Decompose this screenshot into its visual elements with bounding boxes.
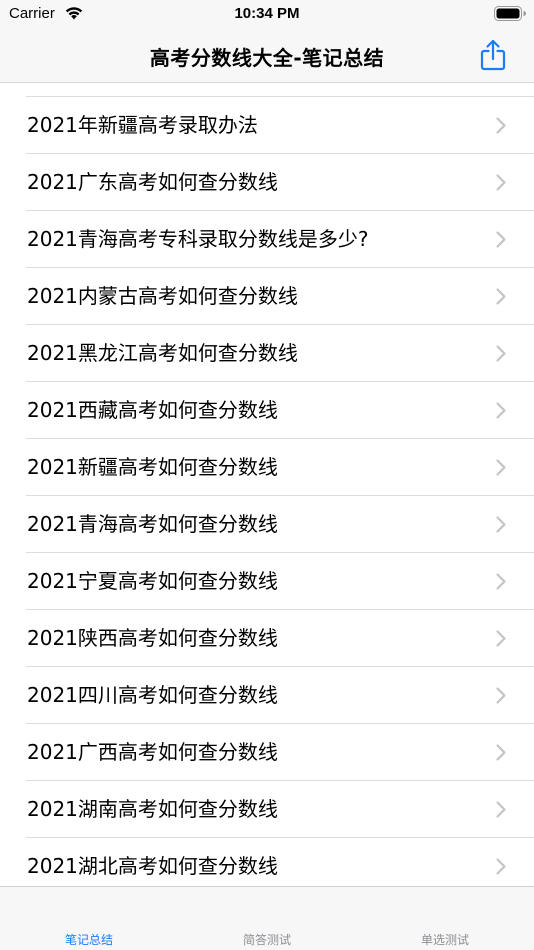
list-item-label: 2021宁夏高考如何查分数线	[27, 569, 278, 593]
list-item[interactable]: 2021青海高考如何查分数线	[0, 496, 534, 553]
list-item[interactable]: 2021四川高考如何查分数线	[0, 667, 534, 724]
chevron-right-icon	[496, 231, 506, 248]
list-item-label: 2021西藏高考如何查分数线	[27, 398, 278, 422]
list-item[interactable]: 2021黑龙江高考如何查分数线	[0, 325, 534, 382]
tab-single-choice-test[interactable]: 单选测试	[356, 931, 534, 948]
list-item[interactable]: 2021内蒙古高考如何查分数线	[0, 268, 534, 325]
list-item-label: 2021陕西高考如何查分数线	[27, 626, 278, 650]
list-item-label: 2021新疆高考如何查分数线	[27, 455, 278, 479]
chevron-right-icon	[496, 516, 506, 533]
chevron-right-icon	[496, 858, 506, 875]
page-title: 高考分数线大全-笔记总结	[149, 46, 385, 70]
list-item[interactable]: 2021广东高考如何查分数线	[0, 154, 534, 211]
list-item[interactable]: 2021陕西高考如何查分数线	[0, 610, 534, 667]
tab-bar: 笔记总结 简答测试 单选测试	[0, 886, 534, 950]
list-item[interactable]: 2021新疆高考如何查分数线	[0, 439, 534, 496]
navigation-bar: 高考分数线大全-笔记总结	[0, 28, 534, 83]
chevron-right-icon	[496, 459, 506, 476]
chevron-right-icon	[496, 687, 506, 704]
list-item-label: 2021青海高考专科录取分数线是多少?	[27, 227, 369, 251]
chevron-right-icon	[496, 117, 506, 134]
list-item-label: 2021黑龙江高考如何查分数线	[27, 341, 298, 365]
list-item-label: 2021年新疆高考录取办法	[27, 113, 258, 137]
list-item-label: 2021湖南高考如何查分数线	[27, 797, 278, 821]
list-item-label: 2021广东高考如何查分数线	[27, 170, 278, 194]
share-icon	[480, 39, 506, 71]
list-item[interactable]: 2021广西高考如何查分数线	[0, 724, 534, 781]
list-item-label: 2021湖北高考如何查分数线	[27, 854, 278, 878]
chevron-right-icon	[496, 630, 506, 647]
chevron-right-icon	[496, 573, 506, 590]
list-item-label: 2021广西高考如何查分数线	[27, 740, 278, 764]
list-item[interactable]: 2021宁夏高考如何查分数线	[0, 553, 534, 610]
tab-short-answer-test[interactable]: 简答测试	[178, 931, 356, 948]
chevron-right-icon	[496, 174, 506, 191]
chevron-right-icon	[496, 801, 506, 818]
list-rows: 2021年新疆高考录取办法 2021广东高考如何查分数线 2021青海高考专科录…	[0, 97, 534, 886]
tab-notes-summary[interactable]: 笔记总结	[0, 931, 178, 948]
list-item-label: 2021四川高考如何查分数线	[27, 683, 278, 707]
chevron-right-icon	[496, 345, 506, 362]
list-item[interactable]: 2021年新疆高考录取办法	[0, 97, 534, 154]
share-button[interactable]	[474, 36, 512, 74]
chevron-right-icon	[496, 288, 506, 305]
notes-list[interactable]: 2021年新疆高考录取办法 2021广东高考如何查分数线 2021青海高考专科录…	[0, 84, 534, 886]
list-item[interactable]: 2021青海高考专科录取分数线是多少?	[0, 211, 534, 268]
list-item[interactable]: 2021湖南高考如何查分数线	[0, 781, 534, 838]
battery-icon	[494, 6, 526, 21]
status-time: 10:34 PM	[234, 5, 300, 22]
chevron-right-icon	[496, 402, 506, 419]
list-item-label: 2021内蒙古高考如何查分数线	[27, 284, 298, 308]
status-bar: Carrier 10:34 PM	[0, 0, 534, 28]
list-item[interactable]: 2021西藏高考如何查分数线	[0, 382, 534, 439]
list-item-label: 2021青海高考如何查分数线	[27, 512, 278, 536]
chevron-right-icon	[496, 744, 506, 761]
list-item[interactable]: 2021湖北高考如何查分数线	[0, 838, 534, 886]
